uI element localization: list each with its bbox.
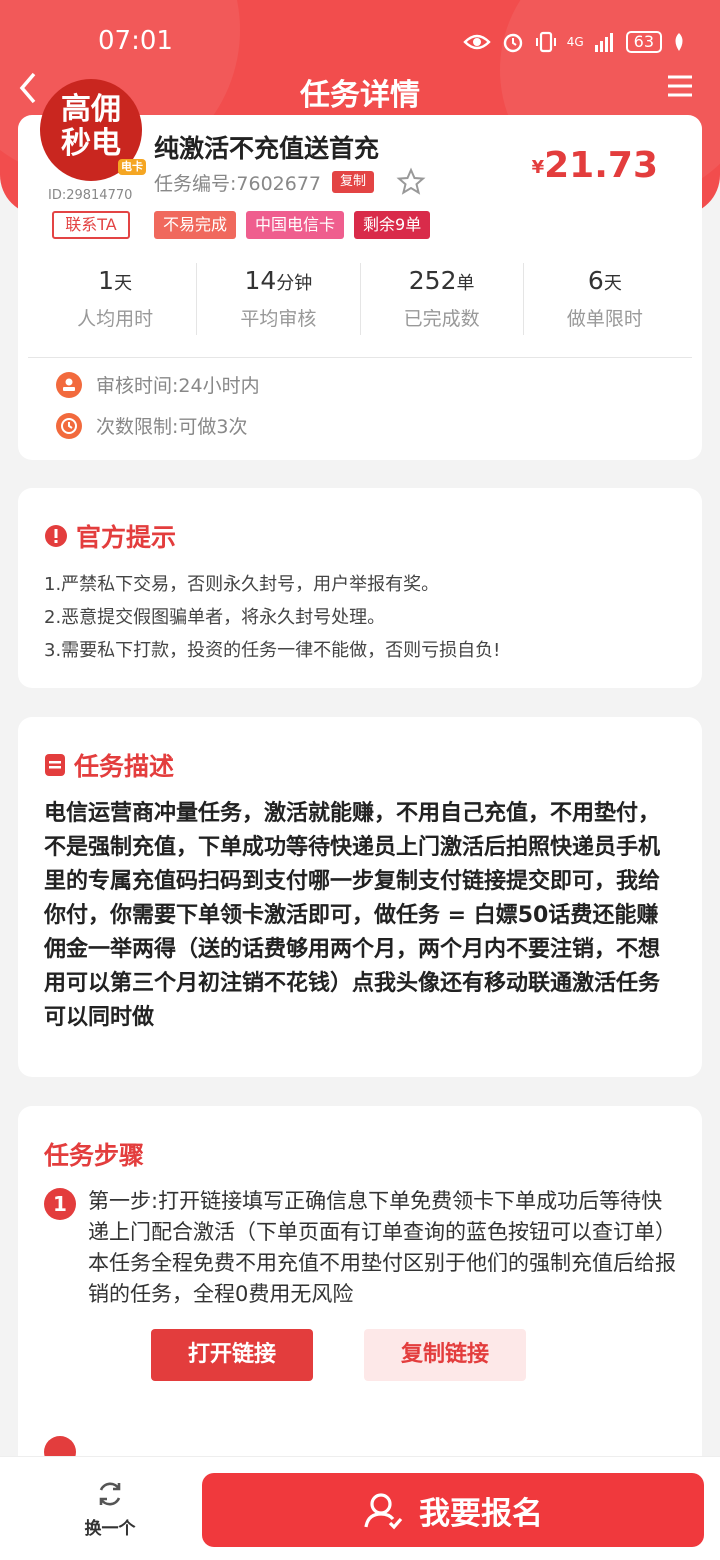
network-label: 4G	[566, 35, 584, 49]
review-time-row: 审核时间:24小时内	[56, 371, 260, 398]
star-icon[interactable]	[396, 167, 426, 197]
notice-heading: 官方提示	[44, 518, 176, 554]
copy-button[interactable]: 复制	[332, 171, 375, 193]
price-value: 21.73	[544, 145, 658, 186]
refresh-icon	[99, 1482, 121, 1506]
stat-time-limit: 6天 做单限时	[524, 263, 686, 335]
steps-title: 任务步骤	[44, 1141, 145, 1170]
stat-label: 人均用时	[77, 308, 154, 330]
stamp-icon	[56, 371, 82, 398]
badge-remaining: 剩余9单	[354, 211, 431, 239]
document-icon	[45, 754, 65, 776]
stat-value: 252	[408, 266, 457, 295]
avatar-tag: 电卡	[118, 159, 146, 175]
open-link-button[interactable]: 打开链接	[151, 1329, 313, 1381]
bottom-action-bar: 换一个 我要报名	[0, 1456, 720, 1560]
price-currency: ¥	[531, 157, 545, 178]
signal-icon	[594, 33, 613, 52]
times-limit: 次数限制:可做3次	[96, 416, 248, 438]
avatar-text: 秒电	[61, 126, 121, 161]
badge-carrier: 中国电信卡	[246, 211, 345, 239]
task-badges: 不易完成 中国电信卡 剩余9单	[154, 211, 431, 239]
avatar[interactable]: 高佣 秒电 电卡	[40, 79, 146, 181]
copy-link-button[interactable]: 复制链接	[364, 1329, 526, 1381]
stat-unit: 天	[114, 273, 133, 294]
battery-indicator: 63	[625, 31, 662, 53]
stat-value: 1	[98, 266, 115, 295]
times-limit-row: 次数限制:可做3次	[56, 412, 248, 439]
task-stats: 1天 人均用时 14分钟 平均审核 252单 已完成数 6天 做单限时	[34, 263, 686, 335]
user-id: ID:29814770	[48, 188, 133, 203]
switch-task-button[interactable]: 换一个	[70, 1479, 150, 1539]
contact-button[interactable]: 联系TA	[52, 211, 130, 239]
notice-item: 2.恶意提交假图骗单者，将永久封号处理。	[44, 607, 386, 628]
notice-item: 3.需要私下打款，投资的任务一律不能做，否则亏损自负!	[44, 640, 501, 661]
apply-label: 我要报名	[419, 1495, 543, 1532]
notice-title: 官方提示	[76, 523, 177, 552]
stat-unit: 天	[603, 273, 622, 294]
divider	[28, 357, 692, 358]
task-info-card: 高佣 秒电 电卡 ID:29814770 联系TA 纯激活不充值送首充 任务编号…	[18, 79, 702, 460]
status-time: 07:01	[98, 26, 173, 56]
review-time: 审核时间:24小时内	[96, 375, 260, 397]
task-number: 任务编号:7602677	[154, 173, 322, 195]
user-icon	[364, 1493, 403, 1530]
menu-icon[interactable]	[666, 74, 694, 98]
eye-icon	[463, 34, 491, 50]
stat-value: 6	[587, 266, 604, 295]
stat-label: 平均审核	[240, 308, 317, 330]
notice-list: 1.严禁私下交易，否则永久封号，用户举报有奖。 2.恶意提交假图骗单者，将永久封…	[44, 568, 500, 667]
task-description-card: 任务描述 电信运营商冲量任务，激活就能赚，不用自己充值，不用垫付，不是强制充值，…	[18, 717, 702, 1077]
leaf-icon	[675, 33, 683, 51]
stat-label: 做单限时	[566, 308, 643, 330]
apply-button[interactable]: 我要报名	[202, 1473, 704, 1547]
task-title: 纯激活不充值送首充	[154, 134, 380, 163]
alarm-icon	[503, 33, 522, 53]
alert-icon	[45, 525, 67, 547]
stat-value: 14	[244, 266, 277, 295]
notice-item: 1.严禁私下交易，否则永久封号，用户举报有奖。	[44, 574, 440, 595]
stat-completed: 252单 已完成数	[361, 263, 524, 335]
stat-avg-time: 1天 人均用时	[34, 263, 198, 335]
description-heading: 任务描述	[44, 747, 174, 783]
step-text: 第一步:打开链接填写正确信息下单免费领卡下单成功后等待快递上门配合激活（下单页面…	[88, 1189, 676, 1306]
stat-unit: 分钟	[276, 273, 313, 294]
stat-unit: 单	[456, 273, 475, 294]
step-number: 1	[44, 1188, 76, 1220]
stat-avg-review: 14分钟 平均审核	[197, 263, 361, 335]
clock-icon	[56, 412, 82, 439]
switch-label: 换一个	[84, 1519, 136, 1539]
avatar-text: 高佣	[61, 92, 121, 127]
description-text: 电信运营商冲量任务，激活就能赚，不用自己充值，不用垫付，不是强制充值，下单成功等…	[44, 801, 661, 1030]
description-title: 任务描述	[74, 752, 175, 781]
stat-label: 已完成数	[403, 308, 480, 330]
task-price: ¥21.73	[532, 145, 658, 186]
vibrate-icon	[535, 31, 556, 53]
badge-difficulty: 不易完成	[154, 211, 237, 239]
official-notice-card: 官方提示 1.严禁私下交易，否则永久封号，用户举报有奖。 2.恶意提交假图骗单者…	[18, 488, 702, 688]
status-icons: 4G 63	[463, 30, 686, 54]
